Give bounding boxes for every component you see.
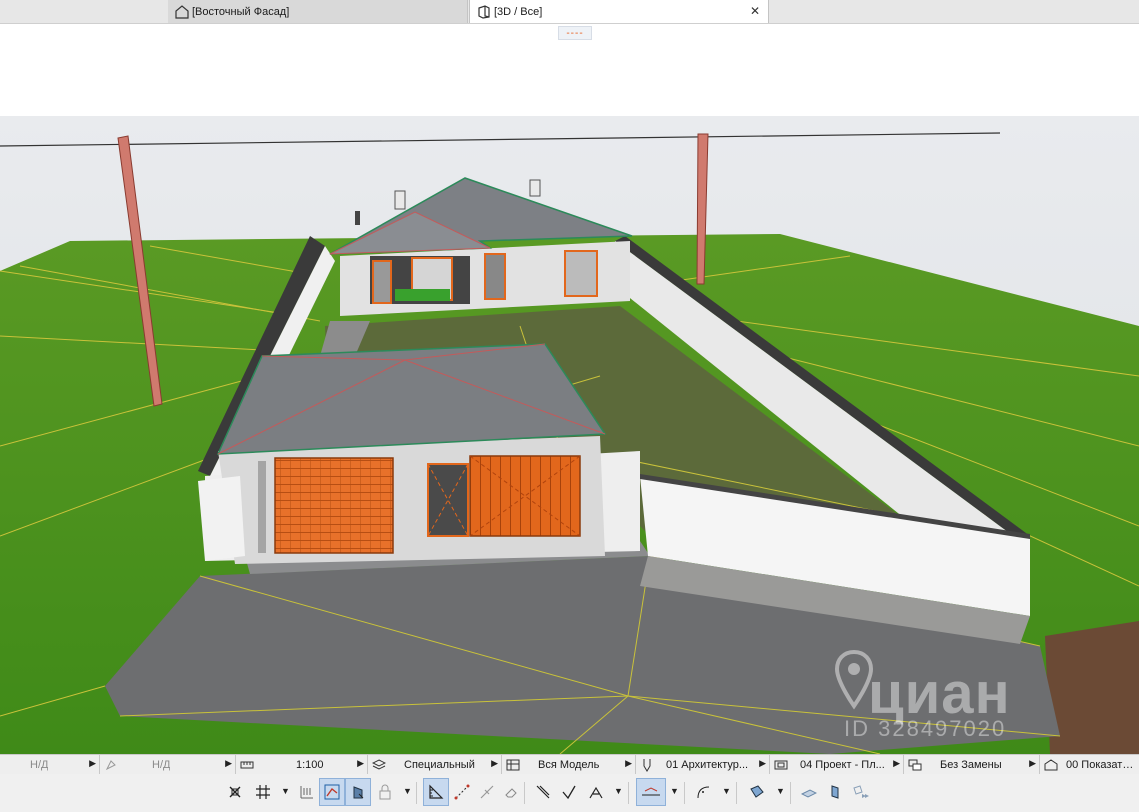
house-window-3 <box>564 250 598 297</box>
elevation-icon <box>174 4 190 20</box>
tab-east-facade[interactable]: [Восточный Фасад] <box>168 0 468 23</box>
model-view-icon <box>506 758 520 772</box>
watermark-id: ID 328497020 <box>844 716 1007 741</box>
tab-3d-all[interactable]: [3D / Все] ✕ <box>469 0 769 23</box>
quick-options-bar: Н/Д ▶ Н/Д ▶ 1:100 ▶ Специальный ▶ Вся Мо… <box>0 754 1139 775</box>
object-icon[interactable] <box>848 778 874 806</box>
garage-roof <box>216 343 607 455</box>
angle-status[interactable]: Н/Д ▶ <box>100 755 236 774</box>
3d-view-icon <box>476 4 492 20</box>
tab-label: [Восточный Фасад] <box>192 5 290 18</box>
grid-icon[interactable] <box>250 778 276 806</box>
renovation-icon <box>908 758 922 772</box>
layers-icon <box>372 758 386 772</box>
tab-bar: [Восточный Фасад] [3D / Все] ✕ <box>0 0 1139 24</box>
chimney-1 <box>394 190 406 210</box>
angle-icon <box>104 758 118 772</box>
dimension-icon <box>774 758 788 772</box>
close-icon[interactable]: ✕ <box>750 4 760 18</box>
line-tool-icon[interactable] <box>530 778 556 806</box>
cursor-snap-icon[interactable] <box>222 778 248 806</box>
ruler-icon[interactable] <box>423 778 449 806</box>
slab-icon[interactable] <box>822 778 848 806</box>
snap-guides-icon[interactable] <box>319 778 345 806</box>
renovation-filter-selector[interactable]: Без Замены ▶ <box>904 755 1040 774</box>
downpipe <box>258 461 266 553</box>
trim-icon[interactable] <box>474 778 500 806</box>
polyline-dropdown-icon[interactable]: ▼ <box>614 786 623 796</box>
arc-tool-icon[interactable] <box>690 778 716 806</box>
watermark: циан ID 328497020 <box>820 640 1040 750</box>
pen-icon <box>640 758 654 772</box>
pen-set-selector[interactable]: Специальный ▶ <box>368 755 502 774</box>
guide-lines-icon[interactable] <box>294 778 320 806</box>
garden-furniture <box>395 289 450 301</box>
arc-dropdown-icon[interactable]: ▼ <box>722 786 731 796</box>
angle-tool-icon[interactable] <box>556 778 582 806</box>
lock-icon[interactable] <box>372 778 398 806</box>
fill-dropdown-icon[interactable]: ▼ <box>776 786 785 796</box>
scale-icon <box>240 758 254 772</box>
house-window-1 <box>372 260 392 304</box>
lock-dropdown-icon[interactable]: ▼ <box>403 786 412 796</box>
garage-door <box>274 457 394 554</box>
undo-status[interactable]: Н/Д ▶ <box>0 755 100 774</box>
dimension-dropdown-icon[interactable]: ▼ <box>670 786 679 796</box>
chimney-2 <box>529 179 541 197</box>
tab-label: [3D / Все] <box>494 5 543 18</box>
bottom-toolbar: ▼ ▼ ▼ ▼ ▼ ▼ <box>0 774 1139 812</box>
fill-tool-icon[interactable] <box>744 778 770 806</box>
polyline-tool-icon[interactable] <box>583 778 609 806</box>
grid-dropdown-icon[interactable]: ▼ <box>281 786 290 796</box>
model-view-selector[interactable]: Вся Модель ▶ <box>502 755 636 774</box>
eraser-icon[interactable] <box>498 778 524 806</box>
measure-icon[interactable] <box>449 778 475 806</box>
partial-structure-selector[interactable]: 00 Показать Н <box>1040 755 1139 774</box>
house-structure-icon <box>1044 758 1058 772</box>
stairs-icon[interactable] <box>345 778 371 806</box>
plane-icon[interactable] <box>796 778 822 806</box>
house-window-2 <box>484 253 506 300</box>
garage-side <box>198 476 245 561</box>
vent-pipe <box>355 211 360 225</box>
line-type-indicator[interactable]: ---- <box>558 26 592 40</box>
layer-combination-selector[interactable]: 01 Архитектур... ▶ <box>636 755 770 774</box>
scale-selector[interactable]: 1:100 ▶ <box>236 755 368 774</box>
dimension-standard-selector[interactable]: 04 Проект - Пл... ▶ <box>770 755 904 774</box>
dimension-icon[interactable] <box>636 778 666 806</box>
